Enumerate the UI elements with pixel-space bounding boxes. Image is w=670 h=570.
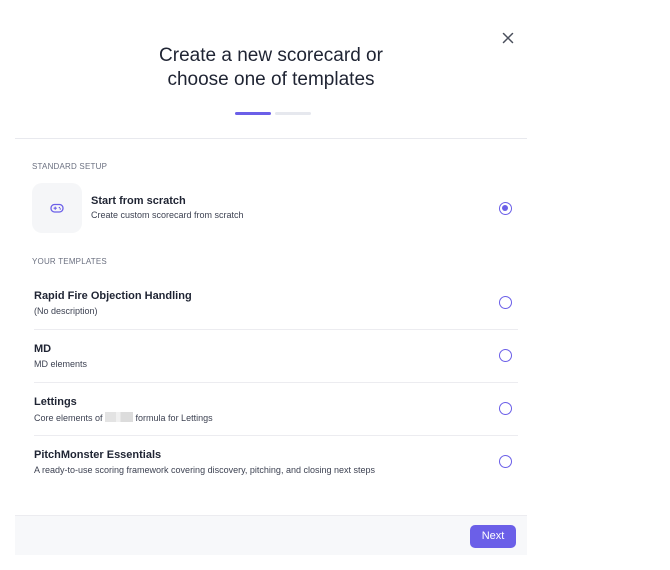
template-row-pitchmonster-essentials[interactable]: PitchMonster Essentials A ready-to-use s… [34,436,518,488]
template-title: PitchMonster Essentials [34,449,162,461]
modal-footer: Next [15,515,527,555]
template-radio[interactable] [499,349,512,362]
template-description: A ready-to-use scoring framework coverin… [34,465,375,475]
description-end: formula for Lettings [133,413,213,423]
scratch-radio[interactable] [499,202,512,215]
start-from-scratch-option[interactable]: Start from scratch Create custom scoreca… [32,183,522,235]
option-description: Create custom scorecard from scratch [91,210,244,220]
templates-list: Rapid Fire Objection Handling (No descri… [34,277,518,488]
template-description: Core elements of formula for Lettings [34,412,213,423]
option-title: Start from scratch [91,195,186,207]
your-templates-label: YOUR TEMPLATES [32,257,107,266]
description-start: Core elements of [34,413,106,423]
template-title: MD [34,343,52,355]
template-row-lettings[interactable]: Lettings Core elements of formula for Le… [34,383,518,436]
template-row-md[interactable]: MD MD elements [34,330,518,383]
template-radio[interactable] [499,296,512,309]
create-scorecard-modal: Create a new scorecard or choose one of … [15,15,527,555]
template-title: Rapid Fire Objection Handling [34,290,192,302]
header-divider [15,138,527,139]
template-radio[interactable] [499,402,512,415]
redacted-text [105,412,134,422]
template-description: (No description) [34,306,98,316]
template-row-rapid-fire[interactable]: Rapid Fire Objection Handling (No descri… [34,277,518,330]
template-title: Lettings [34,396,77,408]
template-description: MD elements [34,359,88,369]
page: Create a new scorecard or choose one of … [0,0,670,570]
gamepad-icon [50,203,64,213]
standard-setup-label: STANDARD SETUP [32,162,108,171]
step-1-indicator [235,112,271,115]
step-2-indicator [275,112,311,115]
modal-title: Create a new scorecard or choose one of … [159,45,383,90]
step-indicator [235,112,311,115]
scratch-icon-box [32,183,82,233]
template-radio[interactable] [499,455,512,468]
next-button[interactable]: Next [470,525,516,548]
